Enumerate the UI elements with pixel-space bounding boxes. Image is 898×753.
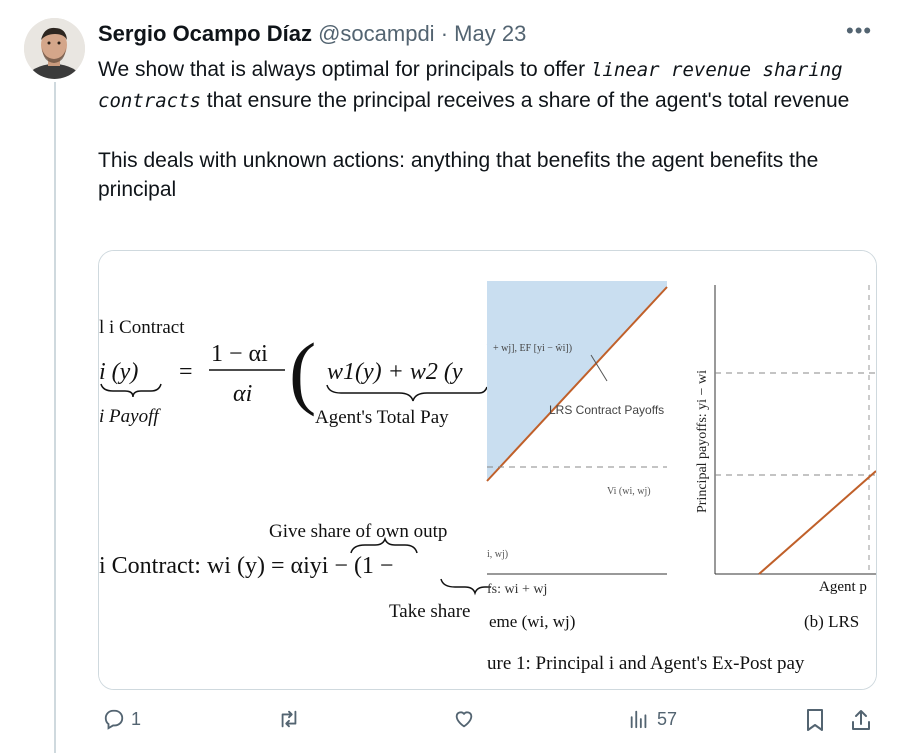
avatar-photo	[24, 18, 85, 79]
chart-b-x-label: Agent p	[819, 579, 867, 595]
more-options-icon[interactable]: •••	[846, 18, 872, 44]
eq1-numerator: 1 − αi	[211, 341, 268, 367]
tweet-header: Sergio Ocampo Díaz @socampdi · May 23	[98, 20, 526, 48]
views-icon	[630, 710, 647, 729]
equation-figure: l i Contract i (y) i Payoff = 1 − αi αi …	[99, 251, 876, 689]
tweet-text-part: We show that is always optimal for princ…	[98, 58, 591, 81]
bookmark-button[interactable]	[805, 708, 825, 732]
avatar[interactable]	[24, 18, 85, 79]
chart-a-caption: eme (wi, wj)	[489, 612, 575, 631]
eq2-overbrace-label: Give share of own outp	[269, 521, 447, 542]
eq1-body: w1(y) + w2 (y	[327, 359, 463, 385]
chart-a-legend: fs: wi + wj	[487, 582, 547, 597]
eq1-heading: l i Contract	[99, 317, 185, 338]
share-button[interactable]	[850, 708, 872, 732]
separator-dot: ·	[440, 21, 449, 46]
chart-a-annotation-3: Vi (wi, wj)	[607, 486, 651, 497]
like-button[interactable]	[452, 708, 482, 730]
eq2-main: i Contract: wi (y) = αiyi − (1 −	[99, 553, 393, 579]
author-name[interactable]: Sergio Ocampo Díaz	[98, 21, 312, 46]
author-handle[interactable]: @socampdi	[318, 21, 435, 46]
tweet-paragraph-1: We show that is always optimal for princ…	[98, 55, 878, 116]
bookmark-icon	[807, 709, 823, 731]
eq2-underbrace-label: Take share	[389, 601, 470, 622]
views-button[interactable]: 57	[627, 708, 677, 730]
tweet-text: We show that is always optimal for princ…	[98, 55, 878, 205]
tweet-actions: 1 57	[0, 700, 898, 740]
eq1-paren: (	[289, 326, 316, 417]
thread-line	[54, 82, 56, 753]
eq1-left-label: i Payoff	[99, 406, 161, 427]
chart-a-annotation-4: i, wj)	[487, 549, 508, 560]
figure-caption: ure 1: Principal i and Agent's Ex-Post p…	[487, 653, 805, 674]
reply-count: 1	[131, 708, 142, 729]
chart-a-annotation-1: + wj], EF [yi − ŵi])	[493, 343, 572, 354]
views-count: 57	[657, 708, 678, 729]
heart-icon	[455, 711, 473, 728]
eq1-denominator: αi	[233, 381, 252, 407]
tweet-paragraph-2: This deals with unknown actions: anythin…	[98, 148, 819, 202]
tweet-text-part: that ensure the principal receives a sha…	[200, 88, 850, 112]
chart-a-annotation-2: LRS Contract Payoffs	[549, 403, 664, 417]
tweet-date[interactable]: May 23	[454, 21, 526, 46]
eq1-equals: =	[179, 359, 193, 385]
repost-button[interactable]	[277, 708, 307, 730]
chart-b-y-label: Principal payoffs: yi − wi	[695, 370, 710, 513]
chart-b-caption: (b) LRS	[804, 612, 859, 631]
tweet-media-image[interactable]: l i Contract i (y) i Payoff = 1 − αi αi …	[98, 250, 877, 690]
repost-icon	[281, 710, 297, 728]
eq1-left: i (y)	[99, 359, 138, 385]
reply-button[interactable]: 1	[103, 708, 141, 730]
eq1-body-label: Agent's Total Pay	[315, 407, 449, 428]
share-icon	[852, 710, 870, 730]
reply-icon	[104, 709, 124, 730]
